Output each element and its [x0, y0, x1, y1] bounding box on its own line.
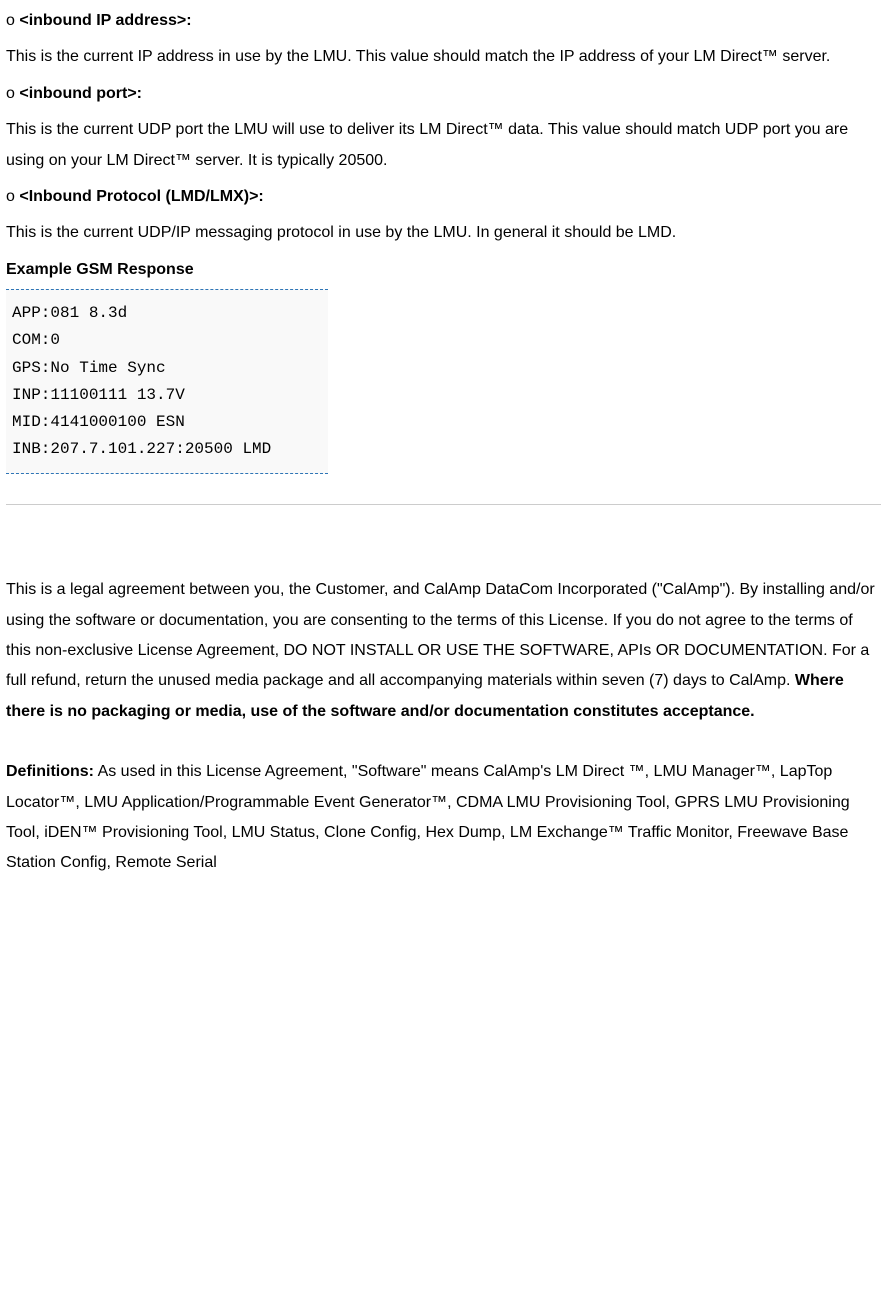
field-description: This is the current UDP port the LMU wil… [6, 115, 881, 176]
legal-intro: This is a legal agreement between you, t… [6, 575, 881, 727]
section-divider [6, 504, 881, 505]
field-label: <Inbound Protocol (LMD/LMX)>: [19, 188, 263, 205]
code-example: APP:081 8.3d COM:0 GPS:No Time Sync INP:… [6, 289, 328, 474]
field-item: o <inbound IP address>: This is the curr… [6, 6, 881, 73]
field-label: <inbound IP address>: [19, 12, 191, 29]
field-label-row: o <Inbound Protocol (LMD/LMX)>: [6, 182, 881, 212]
field-label-row: o <inbound IP address>: [6, 6, 881, 36]
legal-definitions: Definitions: As used in this License Agr… [6, 757, 881, 879]
field-label: <inbound port>: [19, 85, 142, 102]
definitions-label: Definitions: [6, 763, 94, 780]
field-description: This is the current UDP/IP messaging pro… [6, 218, 881, 248]
field-item: o <inbound port>: This is the current UD… [6, 79, 881, 176]
field-label-row: o <inbound port>: [6, 79, 881, 109]
definitions-text: As used in this License Agreement, "Soft… [6, 763, 850, 871]
bullet-prefix: o [6, 12, 19, 29]
field-item: o <Inbound Protocol (LMD/LMX)>: This is … [6, 182, 881, 249]
legal-intro-text: This is a legal agreement between you, t… [6, 581, 875, 689]
bullet-prefix: o [6, 188, 19, 205]
bullet-prefix: o [6, 85, 19, 102]
example-heading: Example GSM Response [6, 255, 881, 285]
field-description: This is the current IP address in use by… [6, 42, 881, 72]
